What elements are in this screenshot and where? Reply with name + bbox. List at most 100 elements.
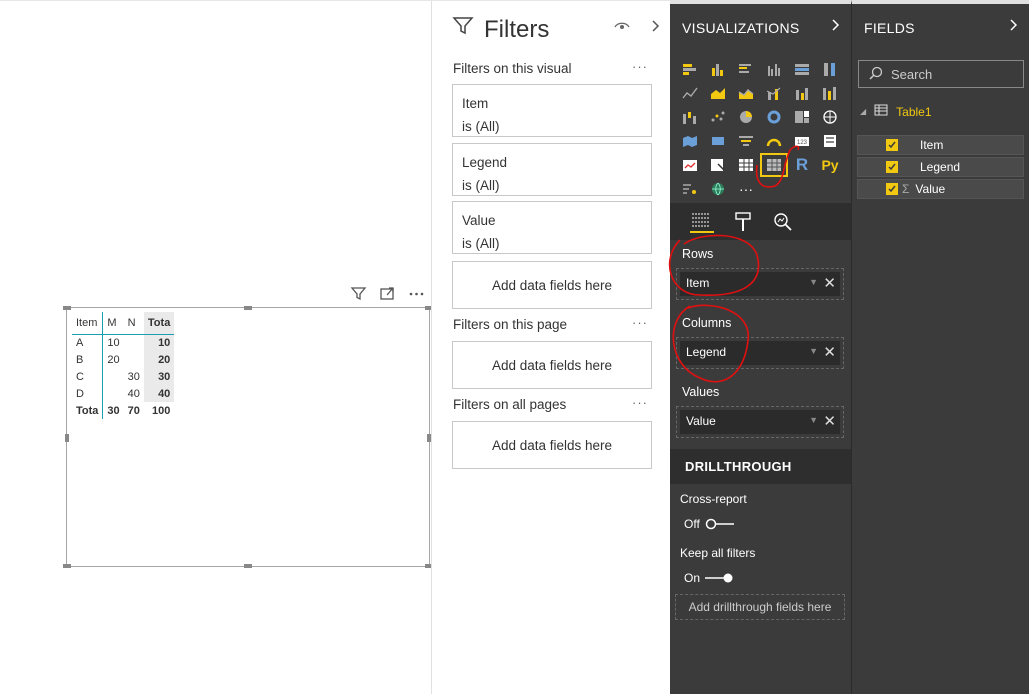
ribbon-chart-icon[interactable]	[816, 81, 844, 105]
donut-chart-icon[interactable]	[760, 105, 788, 129]
globe-icon[interactable]	[704, 177, 732, 201]
close-icon[interactable]: ✕	[823, 412, 836, 430]
shape-map-icon[interactable]	[704, 129, 732, 153]
focus-mode-icon[interactable]	[379, 285, 396, 302]
visual-tabs	[670, 203, 851, 240]
matrix-row-header[interactable]: A	[72, 334, 104, 351]
card-icon[interactable]: 123	[788, 129, 816, 153]
collapse-chevron-icon[interactable]	[650, 19, 660, 36]
add-report-filter-dropzone[interactable]: Add data fields here	[452, 421, 652, 469]
checkbox-checked-icon[interactable]	[886, 139, 898, 151]
100-stacked-bar-chart-icon[interactable]	[788, 57, 816, 81]
multi-row-card-icon[interactable]	[816, 129, 844, 153]
eye-icon[interactable]	[614, 19, 630, 36]
stacked-area-chart-icon[interactable]	[732, 81, 760, 105]
matrix-row-header[interactable]: C	[72, 368, 104, 385]
fields-tab-icon[interactable]	[690, 211, 714, 233]
resize-handle[interactable]	[65, 434, 69, 442]
stacked-bar-chart-icon[interactable]	[676, 57, 704, 81]
chevron-down-icon[interactable]: ▼	[809, 277, 818, 287]
stacked-column-chart-icon[interactable]	[704, 57, 732, 81]
line-clustered-column-icon[interactable]	[760, 81, 788, 105]
python-visual-label: Py	[821, 157, 839, 173]
resize-handle[interactable]	[63, 306, 71, 310]
field-item[interactable]: Σ Value	[857, 179, 1024, 199]
keep-filters-toggle[interactable]	[704, 571, 734, 583]
drillthrough-dropzone[interactable]: Add drillthrough fields here	[675, 594, 845, 620]
matrix-row-header[interactable]: B	[72, 351, 104, 368]
filled-map-icon[interactable]	[676, 129, 704, 153]
line-chart-icon[interactable]	[676, 81, 704, 105]
rows-well[interactable]: Item ▼ ✕	[676, 268, 844, 300]
slicer-icon[interactable]	[704, 153, 732, 177]
keep-filters-label: Keep all filters	[680, 546, 756, 560]
matrix-icon[interactable]	[760, 153, 788, 177]
report-canvas[interactable]: Item M N Tota A 10 10 B 20 20 C 30 30 D …	[0, 0, 433, 694]
collapse-chevron-icon[interactable]	[831, 18, 841, 37]
rows-field-pill[interactable]: Item ▼ ✕	[680, 272, 840, 296]
table-node[interactable]: ◢ Table1	[860, 104, 932, 119]
search-placeholder: Search	[891, 66, 933, 82]
add-page-filter-dropzone[interactable]: Add data fields here	[452, 341, 652, 389]
field-item[interactable]: Legend	[857, 157, 1024, 177]
gauge-icon[interactable]	[760, 129, 788, 153]
clustered-column-chart-icon[interactable]	[760, 57, 788, 81]
filter-card-legend[interactable]: Legend is (All)	[452, 143, 652, 196]
treemap-icon[interactable]	[788, 105, 816, 129]
close-icon[interactable]: ✕	[823, 343, 836, 361]
values-well[interactable]: Value ▼ ✕	[676, 406, 844, 438]
more-options-icon[interactable]: ···	[632, 315, 648, 330]
line-stacked-column-icon[interactable]	[788, 81, 816, 105]
filter-card-item[interactable]: Item is (All)	[452, 84, 652, 137]
clustered-bar-chart-icon[interactable]	[732, 57, 760, 81]
funnel-chart-icon[interactable]	[732, 129, 760, 153]
scatter-chart-icon[interactable]	[704, 105, 732, 129]
more-visuals-icon[interactable]: ···	[732, 177, 760, 201]
checkbox-checked-icon[interactable]	[886, 161, 898, 173]
values-field-pill[interactable]: Value ▼ ✕	[680, 410, 840, 434]
waterfall-chart-icon[interactable]	[676, 105, 704, 129]
add-visual-filter-dropzone[interactable]: Add data fields here	[452, 261, 652, 309]
field-search-input[interactable]: Search	[858, 60, 1024, 88]
r-visual-icon[interactable]: R	[788, 153, 816, 177]
columns-field-pill[interactable]: Legend ▼ ✕	[680, 341, 840, 365]
more-options-icon[interactable]: ···	[632, 59, 648, 74]
columns-field-name: Legend	[686, 345, 727, 359]
format-paint-roller-icon[interactable]	[732, 211, 756, 233]
expand-triangle-icon[interactable]: ◢	[860, 107, 866, 116]
matrix-total-row: Tota 30 70 100	[72, 402, 174, 419]
field-item[interactable]: Item	[857, 135, 1024, 155]
chevron-down-icon[interactable]: ▼	[809, 346, 818, 356]
key-influencers-icon[interactable]	[676, 177, 704, 201]
collapse-chevron-icon[interactable]	[1009, 18, 1019, 37]
matrix-header-cell[interactable]: N	[123, 312, 144, 335]
filter-icon[interactable]	[350, 285, 367, 302]
100-stacked-column-chart-icon[interactable]	[816, 57, 844, 81]
more-options-icon[interactable]	[408, 285, 425, 302]
filters-pane: Filters Filters on this visual ··· Item …	[431, 0, 670, 694]
pie-chart-icon[interactable]	[732, 105, 760, 129]
kpi-icon[interactable]	[676, 153, 704, 177]
search-icon	[869, 66, 883, 83]
area-chart-icon[interactable]	[704, 81, 732, 105]
close-icon[interactable]: ✕	[823, 274, 836, 292]
field-name: Item	[920, 138, 944, 152]
matrix-header-cell[interactable]: Tota	[143, 312, 175, 335]
resize-handle[interactable]	[244, 306, 252, 310]
python-visual-icon[interactable]: Py	[816, 153, 844, 177]
analytics-magnifier-icon[interactable]	[772, 211, 796, 233]
chevron-down-icon[interactable]: ▼	[809, 415, 818, 425]
matrix-row-header[interactable]: D	[72, 385, 104, 402]
cross-report-toggle[interactable]	[704, 517, 734, 530]
map-icon[interactable]	[816, 105, 844, 129]
table-icon[interactable]	[732, 153, 760, 177]
columns-well[interactable]: Legend ▼ ✕	[676, 337, 844, 369]
checkbox-checked-icon[interactable]	[886, 183, 898, 195]
more-options-icon[interactable]: ···	[632, 395, 648, 410]
matrix-header-cell[interactable]: M	[102, 312, 124, 335]
matrix-visual[interactable]: Item M N Tota A 10 10 B 20 20 C 30 30 D …	[63, 306, 433, 568]
resize-handle[interactable]	[63, 564, 71, 568]
filter-card-value[interactable]: Value is (All)	[452, 201, 652, 254]
matrix-header-cell[interactable]: Item	[72, 312, 104, 335]
resize-handle[interactable]	[244, 564, 252, 568]
